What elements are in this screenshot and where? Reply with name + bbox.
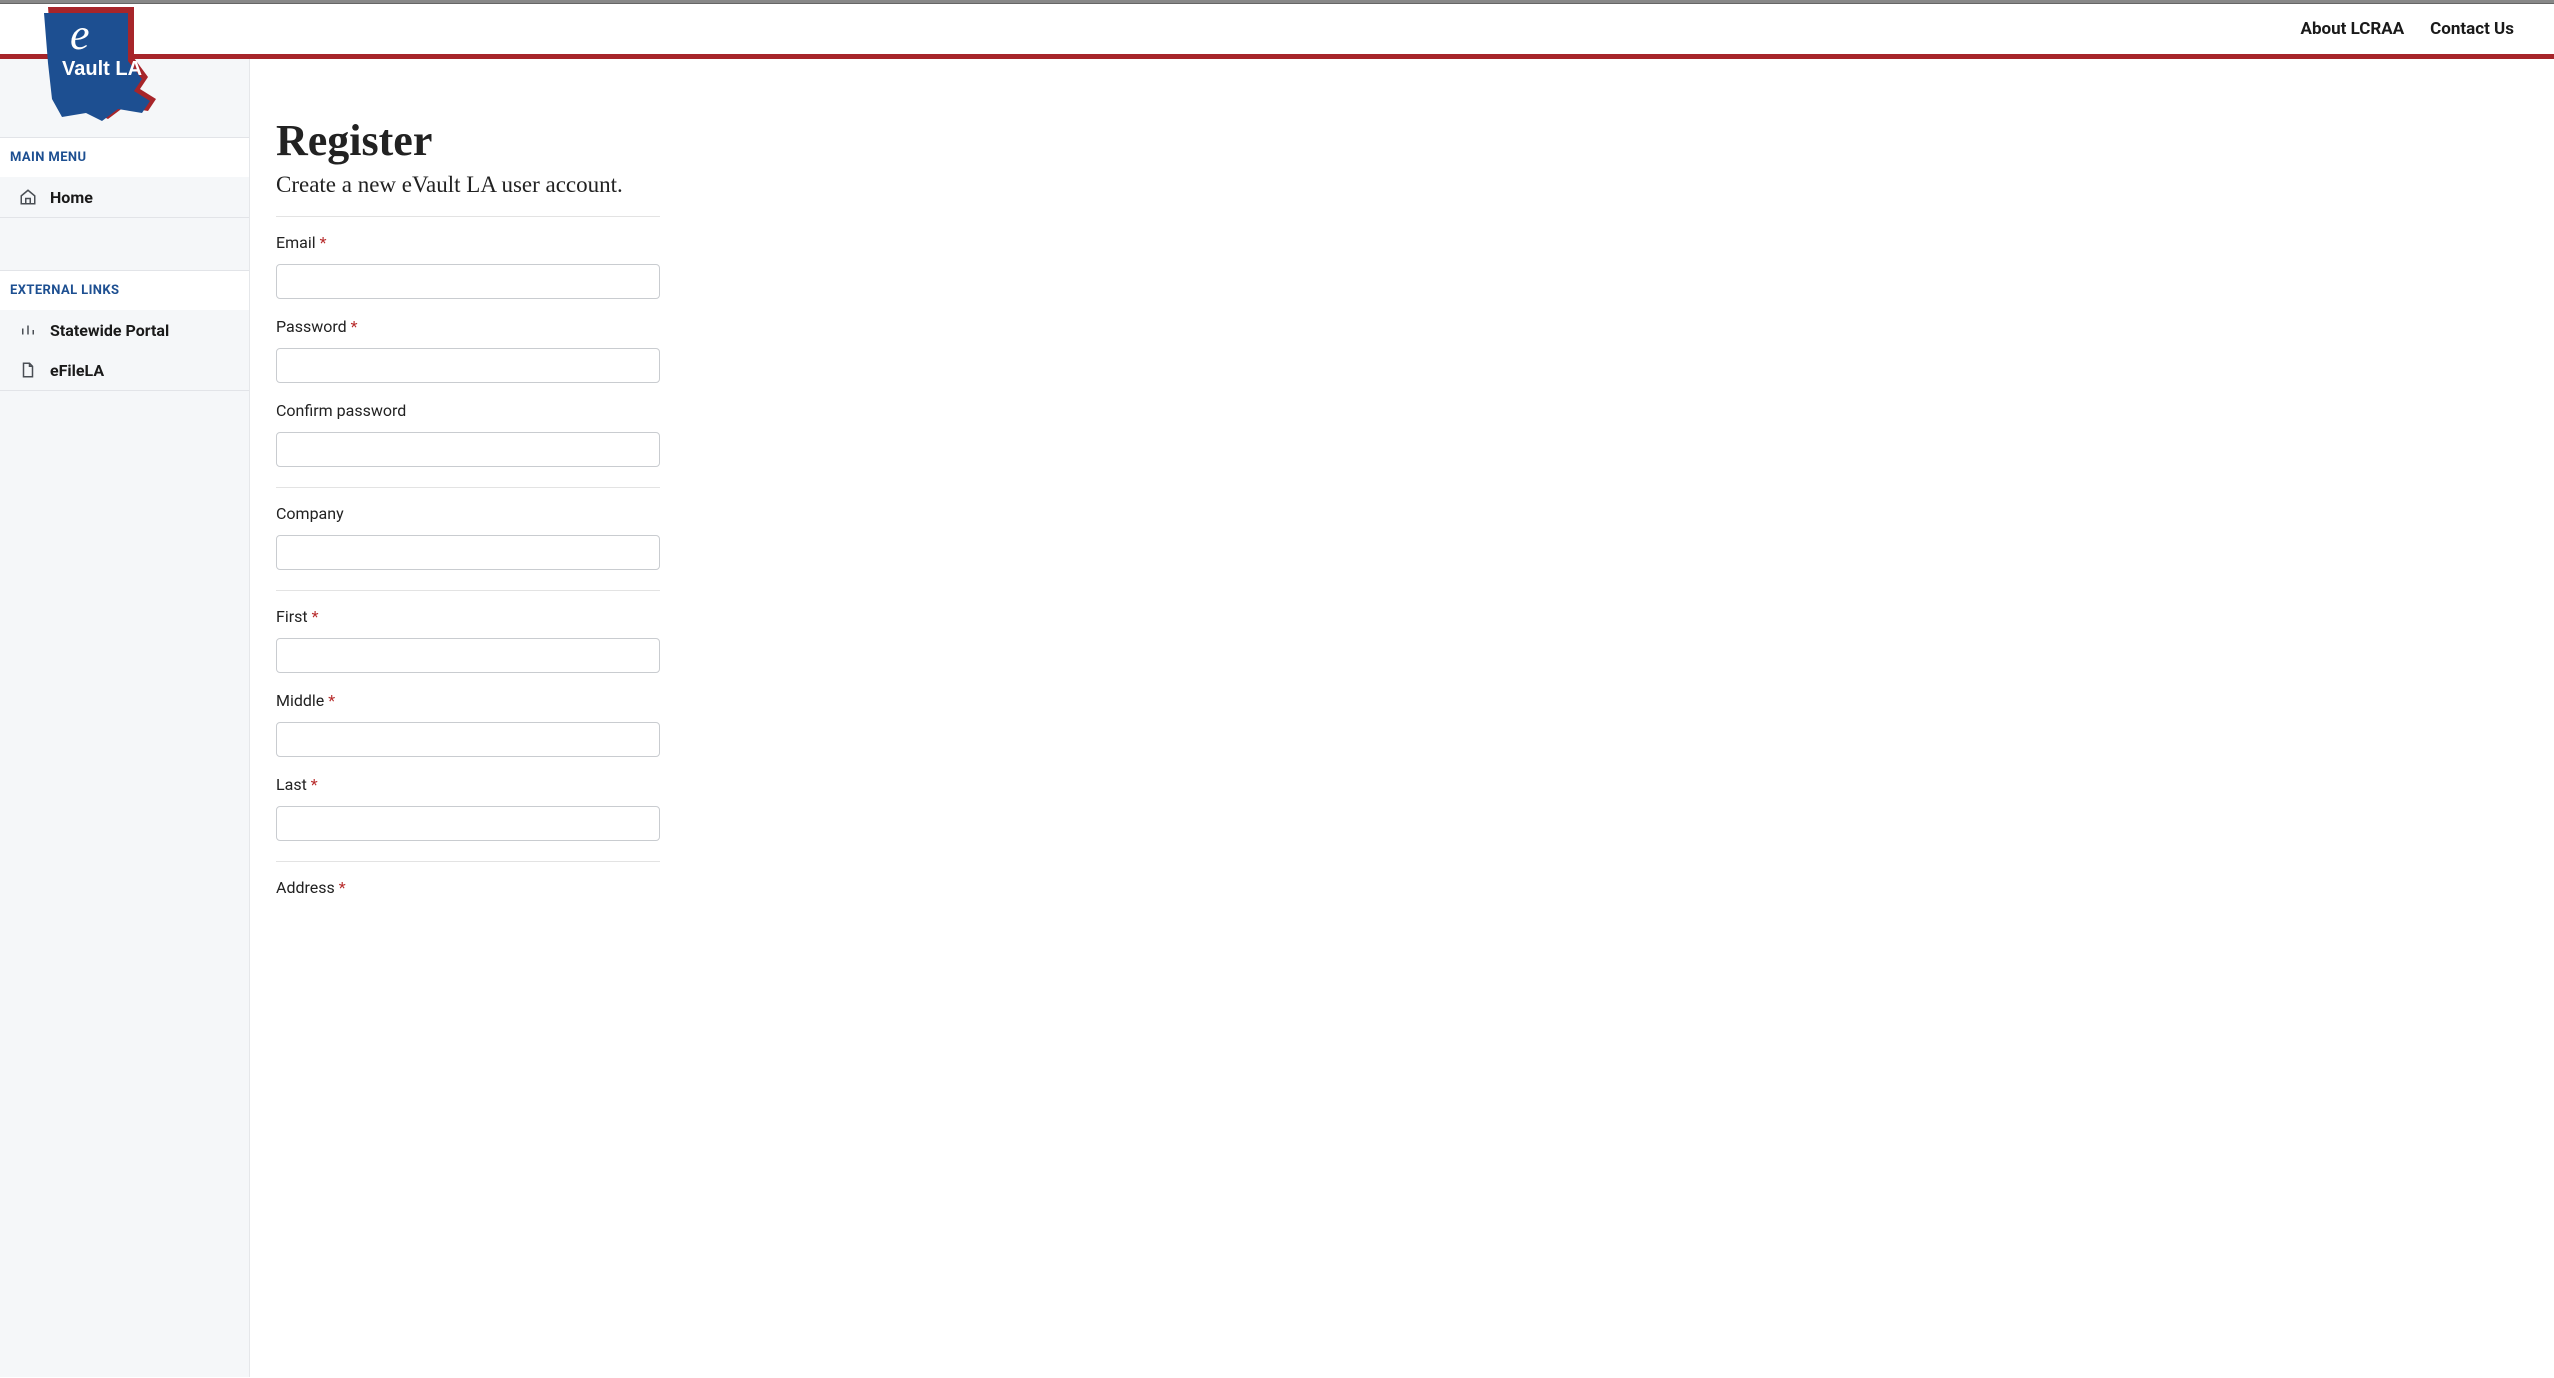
logo-vaultla-text: Vault LA	[62, 58, 142, 80]
bars-icon	[18, 320, 38, 340]
content: Register Create a new eVault LA user acc…	[250, 59, 2554, 1377]
home-icon	[18, 187, 38, 207]
label-address: Address *	[276, 878, 660, 897]
field-address: Address *	[276, 878, 660, 897]
header-bar: About LCRAA Contact Us	[0, 4, 2554, 54]
field-middle: Middle *	[276, 691, 660, 775]
about-lcraa-link[interactable]: About LCRAA	[2301, 19, 2405, 39]
field-last: Last *	[276, 775, 660, 862]
logo-e-text: e	[70, 10, 90, 59]
field-company: Company	[276, 504, 660, 591]
company-input[interactable]	[276, 535, 660, 570]
file-icon	[18, 360, 38, 380]
form-divider	[276, 216, 660, 217]
evault-la-logo-icon: e Vault LA	[30, 3, 158, 123]
page-subtitle: Create a new eVault LA user account.	[276, 172, 2528, 198]
sidebar-item-label: Statewide Portal	[50, 321, 169, 340]
field-first: First *	[276, 607, 660, 691]
header-links: About LCRAA Contact Us	[2301, 19, 2514, 39]
sidebar-header-main-menu: MAIN MENU	[0, 138, 249, 177]
contact-us-link[interactable]: Contact Us	[2430, 19, 2514, 39]
label-password: Password *	[276, 317, 660, 336]
sidebar: e Vault LA MAIN MENU Home EXTERNAL LINKS	[0, 59, 250, 1377]
label-company: Company	[276, 504, 660, 523]
field-confirm-password: Confirm password	[276, 401, 660, 488]
label-email: Email *	[276, 233, 660, 252]
sidebar-item-efilela[interactable]: eFileLA	[0, 350, 249, 390]
last-input[interactable]	[276, 806, 660, 841]
first-input[interactable]	[276, 638, 660, 673]
password-input[interactable]	[276, 348, 660, 383]
confirm-password-input[interactable]	[276, 432, 660, 467]
label-first: First *	[276, 607, 660, 626]
sidebar-item-statewide-portal[interactable]: Statewide Portal	[0, 310, 249, 350]
register-form: Email * Password * Confirm password Comp…	[276, 216, 660, 897]
field-password: Password *	[276, 317, 660, 401]
field-email: Email *	[276, 233, 660, 317]
sidebar-item-label: Home	[50, 188, 93, 207]
email-input[interactable]	[276, 264, 660, 299]
logo[interactable]: e Vault LA	[30, 3, 158, 127]
label-middle: Middle *	[276, 691, 660, 710]
sidebar-header-external-links: EXTERNAL LINKS	[0, 271, 249, 310]
sidebar-section-external-links: EXTERNAL LINKS Statewide Portal	[0, 270, 249, 391]
middle-input[interactable]	[276, 722, 660, 757]
sidebar-item-label: eFileLA	[50, 361, 104, 380]
page-title: Register	[276, 115, 2528, 166]
sidebar-item-home[interactable]: Home	[0, 177, 249, 217]
label-last: Last *	[276, 775, 660, 794]
label-confirm-password: Confirm password	[276, 401, 660, 420]
sidebar-section-main-menu: MAIN MENU Home	[0, 137, 249, 218]
